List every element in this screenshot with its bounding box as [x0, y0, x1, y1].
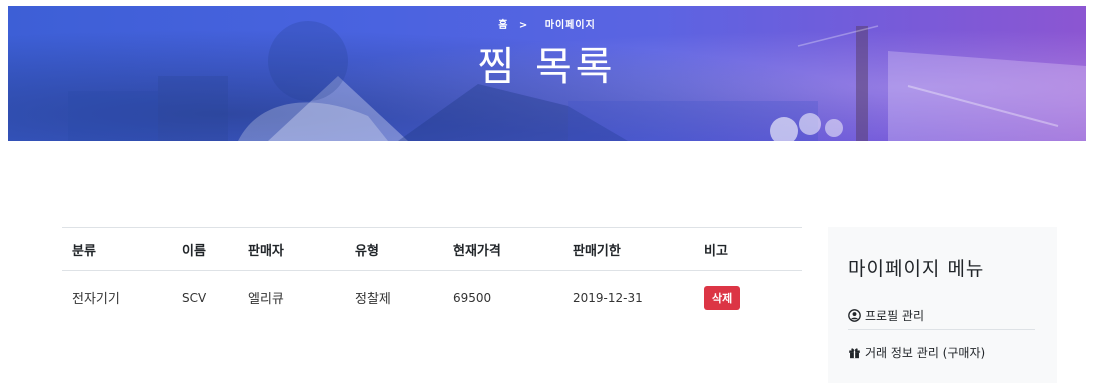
sidebar-item-profile[interactable]: 프로필 관리: [848, 302, 1035, 330]
hero-banner: 홈 > 마이페이지 찜 목록: [8, 6, 1086, 141]
column-header-type: 유형: [345, 227, 443, 271]
breadcrumb-current: 마이페이지: [544, 20, 596, 31]
cell-price: 69500: [453, 290, 492, 305]
wishlist-table: 분류 이름 판매자 유형 현재가격 판매기한 비고 전자기기 SCV 엘리큐 정…: [62, 227, 802, 325]
cell-note: 삭제: [694, 271, 802, 325]
column-header-note: 비고: [694, 227, 802, 271]
cell-name: SCV: [182, 290, 207, 305]
gift-icon: [848, 346, 861, 359]
sidebar-item-label: 거래 정보 관리 (구매자): [865, 345, 986, 360]
column-header-category: 분류: [62, 227, 172, 271]
breadcrumb-home-link[interactable]: 홈: [498, 20, 508, 31]
breadcrumb: 홈 > 마이페이지: [8, 16, 1086, 31]
table-row: 전자기기 SCV 엘리큐 정찰제 69500 2019-12-31 삭제: [62, 271, 802, 325]
breadcrumb-separator: >: [518, 20, 529, 31]
column-header-deadline: 판매기한: [563, 227, 694, 271]
cell-category: 전자기기: [72, 292, 120, 308]
column-header-price: 현재가격: [443, 227, 563, 271]
table-header-row: 분류 이름 판매자 유형 현재가격 판매기한 비고: [62, 227, 802, 271]
user-circle-icon: [848, 309, 861, 322]
cell-type: 정찰제: [355, 292, 391, 308]
cell-seller: 엘리큐: [248, 292, 284, 308]
delete-button[interactable]: 삭제: [704, 285, 741, 310]
sidebar-title: 마이페이지 메뉴: [848, 258, 985, 280]
cell-deadline: 2019-12-31: [573, 290, 643, 305]
mypage-sidebar: 마이페이지 메뉴 프로필 관리 거래 정보 관리 (구매자): [828, 227, 1057, 383]
column-header-seller: 판매자: [238, 227, 345, 271]
sidebar-item-trade-info[interactable]: 거래 정보 관리 (구매자): [848, 342, 1035, 362]
sidebar-item-label: 프로필 관리: [865, 309, 925, 323]
page-title: 찜 목록: [477, 44, 617, 90]
column-header-name: 이름: [172, 227, 238, 271]
